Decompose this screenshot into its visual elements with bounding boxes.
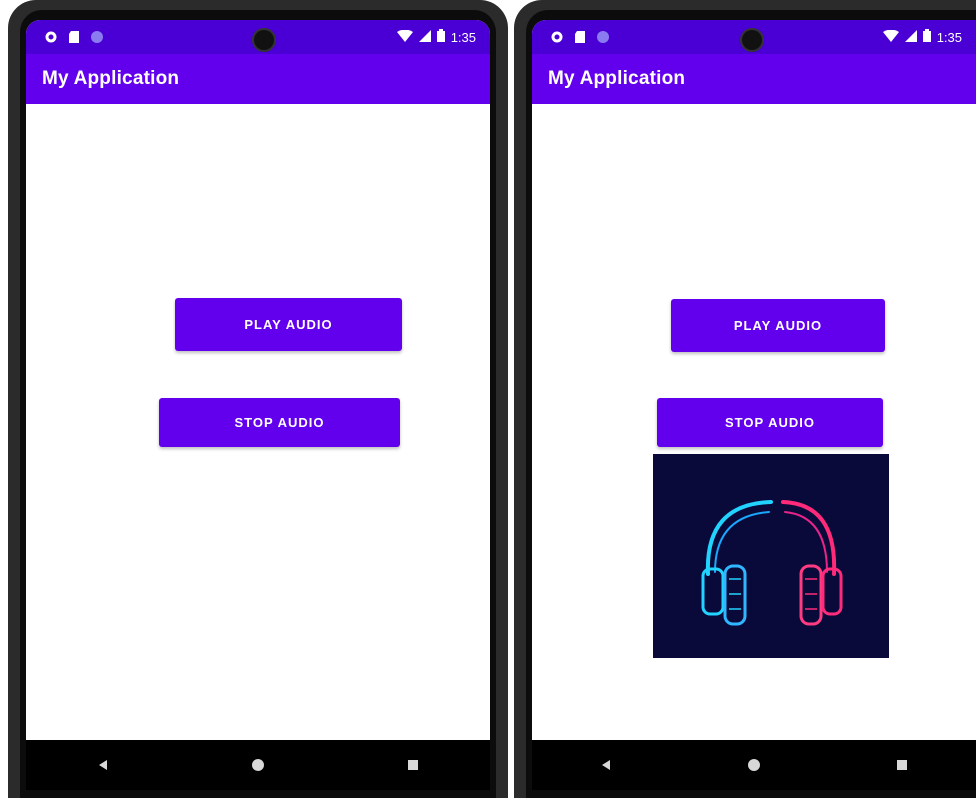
back-button[interactable] [88, 750, 118, 780]
main-content: PLAY AUDIO STOP AUDIO [532, 104, 976, 744]
battery-icon [436, 29, 445, 45]
recents-button[interactable] [887, 750, 917, 780]
navigation-bar [532, 740, 976, 790]
stop-audio-button[interactable]: STOP AUDIO [657, 398, 883, 447]
phone-frame-left: 1:35 My Application PLAY AUDIO STOP AUDI… [8, 0, 508, 798]
front-camera [254, 30, 274, 50]
play-audio-label: PLAY AUDIO [733, 318, 823, 333]
headphones-icon [653, 454, 889, 658]
back-triangle-icon [99, 760, 108, 770]
wifi-icon [882, 29, 899, 45]
app-title: My Application [548, 68, 686, 89]
phone-bezel-left: 1:35 My Application PLAY AUDIO STOP AUDI… [20, 10, 496, 798]
stop-audio-button[interactable]: STOP AUDIO [159, 398, 400, 447]
clock-time: 1:35 [450, 29, 476, 45]
settings-icon [550, 30, 564, 44]
navigation-bar [26, 740, 490, 790]
play-audio-button[interactable]: PLAY AUDIO [175, 298, 402, 351]
app-title: My Application [42, 68, 180, 89]
screen-right: 1:35 My Application PLAY AUDIO STOP AUDI… [532, 20, 976, 790]
sd-card-icon [68, 30, 80, 44]
front-camera [742, 30, 762, 50]
home-button[interactable] [739, 750, 769, 780]
back-triangle-icon [602, 760, 610, 770]
signal-icon [904, 29, 917, 45]
phone-frame-right: 1:35 My Application PLAY AUDIO STOP AUDI… [514, 0, 976, 798]
recents-square-icon [897, 760, 907, 770]
sd-card-icon [574, 30, 586, 44]
battery-icon [922, 29, 931, 45]
recents-button[interactable] [398, 750, 428, 780]
status-bar: 1:35 [532, 20, 976, 54]
headphones-image [653, 454, 889, 658]
app-bar: My Application [26, 54, 490, 104]
stop-audio-label: STOP AUDIO [725, 415, 815, 430]
app-bar: My Application [532, 54, 976, 104]
play-audio-button[interactable]: PLAY AUDIO [671, 299, 885, 352]
clock-time: 1:35 [936, 29, 962, 45]
phone-bezel-right: 1:35 My Application PLAY AUDIO STOP AUDI… [526, 10, 976, 798]
home-circle-icon [748, 759, 760, 771]
stop-audio-label: STOP AUDIO [234, 415, 325, 430]
wifi-icon [396, 29, 413, 45]
screen-left: 1:35 My Application PLAY AUDIO STOP AUDI… [26, 20, 490, 790]
circle-notification-icon [90, 30, 104, 44]
home-circle-icon [251, 759, 264, 771]
home-button[interactable] [243, 750, 273, 780]
back-button[interactable] [591, 750, 621, 780]
main-content: PLAY AUDIO STOP AUDIO [26, 104, 490, 744]
recents-square-icon [407, 760, 418, 770]
play-audio-label: PLAY AUDIO [244, 317, 333, 332]
status-bar: 1:35 [26, 20, 490, 54]
signal-icon [418, 29, 431, 45]
settings-icon [44, 30, 58, 44]
circle-notification-icon [596, 30, 610, 44]
